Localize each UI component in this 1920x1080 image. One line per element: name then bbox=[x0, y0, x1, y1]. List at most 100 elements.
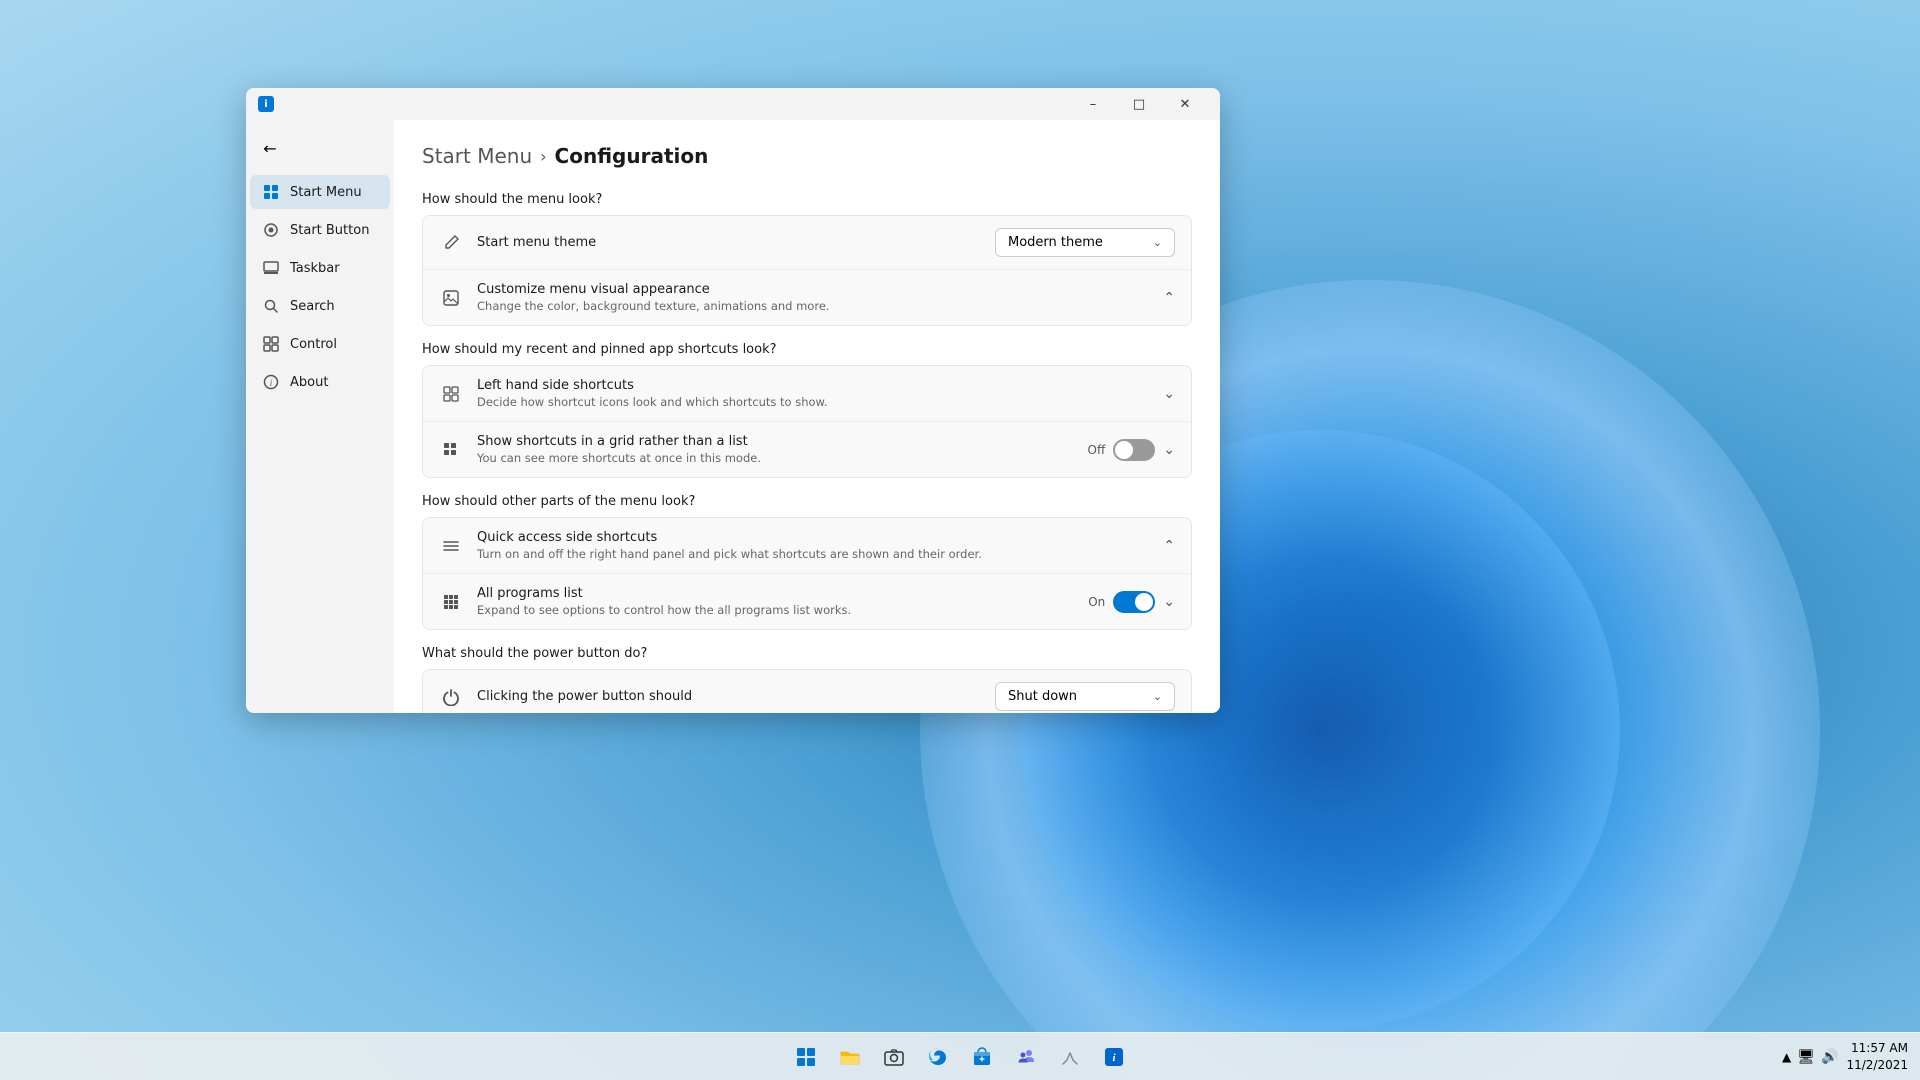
row-subtitle-all-programs: Expand to see options to control how the… bbox=[477, 603, 1074, 617]
row-subtitle-quick-access: Turn on and off the right hand panel and… bbox=[477, 547, 1149, 561]
sidebar-label-start-button: Start Button bbox=[290, 223, 369, 238]
back-button[interactable]: ← bbox=[254, 132, 286, 164]
row-text-left-shortcuts: Left hand side shortcuts Decide how shor… bbox=[477, 378, 1149, 409]
settings-window: i – □ ✕ ← Start Menu bbox=[246, 88, 1220, 713]
theme-dropdown-chevron: ⌄ bbox=[1153, 236, 1162, 249]
sidebar: ← Start Menu bbox=[246, 120, 394, 713]
row-text-quick-access: Quick access side shortcuts Turn on and … bbox=[477, 530, 1149, 561]
breadcrumb-separator: › bbox=[540, 147, 546, 166]
section-header-menu-look: How should the menu look? bbox=[422, 192, 1192, 207]
power-dropdown[interactable]: Shut down ⌄ bbox=[995, 682, 1175, 711]
clock-time: 11:57 AM bbox=[1846, 1040, 1908, 1057]
taskbar: i ▲ 🖥 🔊 11:57 AM 11/2/2021 bbox=[0, 1032, 1920, 1080]
row-show-grid: Show shortcuts in a grid rather than a l… bbox=[423, 422, 1191, 477]
sidebar-item-start-button[interactable]: Start Button bbox=[250, 213, 390, 247]
taskbar-center-icons: i bbox=[786, 1037, 1134, 1077]
store-taskbar[interactable] bbox=[962, 1037, 1002, 1077]
sidebar-label-control: Control bbox=[290, 337, 337, 352]
row-title-left-shortcuts: Left hand side shortcuts bbox=[477, 378, 1149, 393]
programs-toggle-label: On bbox=[1088, 595, 1105, 609]
section-header-power: What should the power button do? bbox=[422, 646, 1192, 661]
startallback-taskbar[interactable]: i bbox=[1094, 1037, 1134, 1077]
row-customize-visual[interactable]: Customize menu visual appearance Change … bbox=[423, 270, 1191, 325]
power-dropdown-value: Shut down bbox=[1008, 689, 1145, 704]
row-subtitle-left-shortcuts: Decide how shortcut icons look and which… bbox=[477, 395, 1149, 409]
quick-access-arrow: ⌃ bbox=[1163, 538, 1175, 554]
grid-toggle[interactable] bbox=[1113, 439, 1155, 461]
programs-toggle[interactable] bbox=[1113, 591, 1155, 613]
close-button[interactable]: ✕ bbox=[1162, 88, 1208, 120]
row-text-theme: Start menu theme bbox=[477, 235, 981, 250]
power-icon bbox=[439, 685, 463, 709]
minimize-button[interactable]: – bbox=[1070, 88, 1116, 120]
sidebar-item-control[interactable]: Control bbox=[250, 327, 390, 361]
row-all-programs: All programs list Expand to see options … bbox=[423, 574, 1191, 629]
taskbar-sys-icons: ▲ 🖥 🔊 bbox=[1782, 1049, 1838, 1065]
control-icon bbox=[262, 335, 280, 353]
row-text-show-grid: Show shortcuts in a grid rather than a l… bbox=[477, 434, 1074, 465]
theme-dropdown-control: Modern theme ⌄ bbox=[995, 228, 1175, 257]
grid-toggle-control: Off ⌄ bbox=[1088, 439, 1175, 461]
edge-taskbar[interactable] bbox=[918, 1037, 958, 1077]
row-title-show-grid: Show shortcuts in a grid rather than a l… bbox=[477, 434, 1074, 449]
sidebar-item-start-menu[interactable]: Start Menu bbox=[250, 175, 390, 209]
row-title-all-programs: All programs list bbox=[477, 586, 1074, 601]
quick-access-arrow-icon: ⌃ bbox=[1163, 538, 1175, 554]
visual-arrow-control: ⌃ bbox=[1163, 290, 1175, 306]
image-icon bbox=[439, 286, 463, 310]
up-arrow-icon[interactable]: ▲ bbox=[1782, 1050, 1791, 1064]
card-other-parts: Quick access side shortcuts Turn on and … bbox=[422, 517, 1192, 630]
file-explorer-taskbar[interactable] bbox=[830, 1037, 870, 1077]
row-quick-access[interactable]: Quick access side shortcuts Turn on and … bbox=[423, 518, 1191, 574]
menu-icon bbox=[439, 534, 463, 558]
teams-taskbar[interactable] bbox=[1006, 1037, 1046, 1077]
app-tool-taskbar[interactable] bbox=[1050, 1037, 1090, 1077]
card-power: Clicking the power button should Shut do… bbox=[422, 669, 1192, 713]
row-title-theme: Start menu theme bbox=[477, 235, 981, 250]
row-start-menu-theme: Start menu theme Modern theme ⌄ bbox=[423, 216, 1191, 270]
grid-left-icon bbox=[439, 382, 463, 406]
apps-icon bbox=[439, 590, 463, 614]
breadcrumb-parent: Start Menu bbox=[422, 144, 532, 168]
start-button[interactable] bbox=[786, 1037, 826, 1077]
window-body: ← Start Menu bbox=[246, 120, 1220, 713]
volume-icon[interactable]: 🔊 bbox=[1821, 1049, 1838, 1065]
row-text-visual: Customize menu visual appearance Change … bbox=[477, 282, 1149, 313]
theme-dropdown[interactable]: Modern theme ⌄ bbox=[995, 228, 1175, 257]
row-power-action: Clicking the power button should Shut do… bbox=[423, 670, 1191, 713]
programs-expand-chevron: ⌄ bbox=[1163, 594, 1175, 610]
start-button-icon bbox=[262, 221, 280, 239]
sidebar-label-search: Search bbox=[290, 299, 335, 314]
sidebar-item-search[interactable]: Search bbox=[250, 289, 390, 323]
section-header-other-parts: How should other parts of the menu look? bbox=[422, 494, 1192, 509]
app-icon: i bbox=[258, 96, 274, 112]
camera-taskbar[interactable] bbox=[874, 1037, 914, 1077]
network-icon[interactable]: 🖥 bbox=[1797, 1049, 1815, 1065]
taskbar-right: ▲ 🖥 🔊 11:57 AM 11/2/2021 bbox=[1782, 1040, 1908, 1074]
row-text-all-programs: All programs list Expand to see options … bbox=[477, 586, 1074, 617]
pencil-icon bbox=[439, 231, 463, 255]
row-left-hand-shortcuts[interactable]: Left hand side shortcuts Decide how shor… bbox=[423, 366, 1191, 422]
sidebar-label-taskbar: Taskbar bbox=[290, 261, 340, 276]
power-dropdown-chevron: ⌄ bbox=[1153, 690, 1162, 703]
main-content: Start Menu › Configuration How should th… bbox=[394, 120, 1220, 713]
theme-dropdown-value: Modern theme bbox=[1008, 235, 1145, 250]
card-shortcuts: Left hand side shortcuts Decide how shor… bbox=[422, 365, 1192, 478]
window-titlebar: i – □ ✕ bbox=[246, 88, 1220, 120]
grid-toggle-thumb bbox=[1115, 441, 1133, 459]
grid-icon bbox=[439, 438, 463, 462]
row-subtitle-visual: Change the color, background texture, an… bbox=[477, 299, 1149, 313]
maximize-button[interactable]: □ bbox=[1116, 88, 1162, 120]
taskbar-icon bbox=[262, 259, 280, 277]
programs-toggle-control: On ⌄ bbox=[1088, 591, 1175, 613]
svg-text:i: i bbox=[270, 378, 273, 388]
about-icon: i bbox=[262, 373, 280, 391]
search-icon bbox=[262, 297, 280, 315]
grid-toggle-label: Off bbox=[1088, 443, 1106, 457]
grid-expand-chevron: ⌄ bbox=[1163, 442, 1175, 458]
taskbar-clock[interactable]: 11:57 AM 11/2/2021 bbox=[1846, 1040, 1908, 1074]
left-shortcuts-chevron: ⌄ bbox=[1163, 386, 1175, 402]
power-dropdown-control: Shut down ⌄ bbox=[995, 682, 1175, 711]
sidebar-item-taskbar[interactable]: Taskbar bbox=[250, 251, 390, 285]
sidebar-item-about[interactable]: i About bbox=[250, 365, 390, 399]
